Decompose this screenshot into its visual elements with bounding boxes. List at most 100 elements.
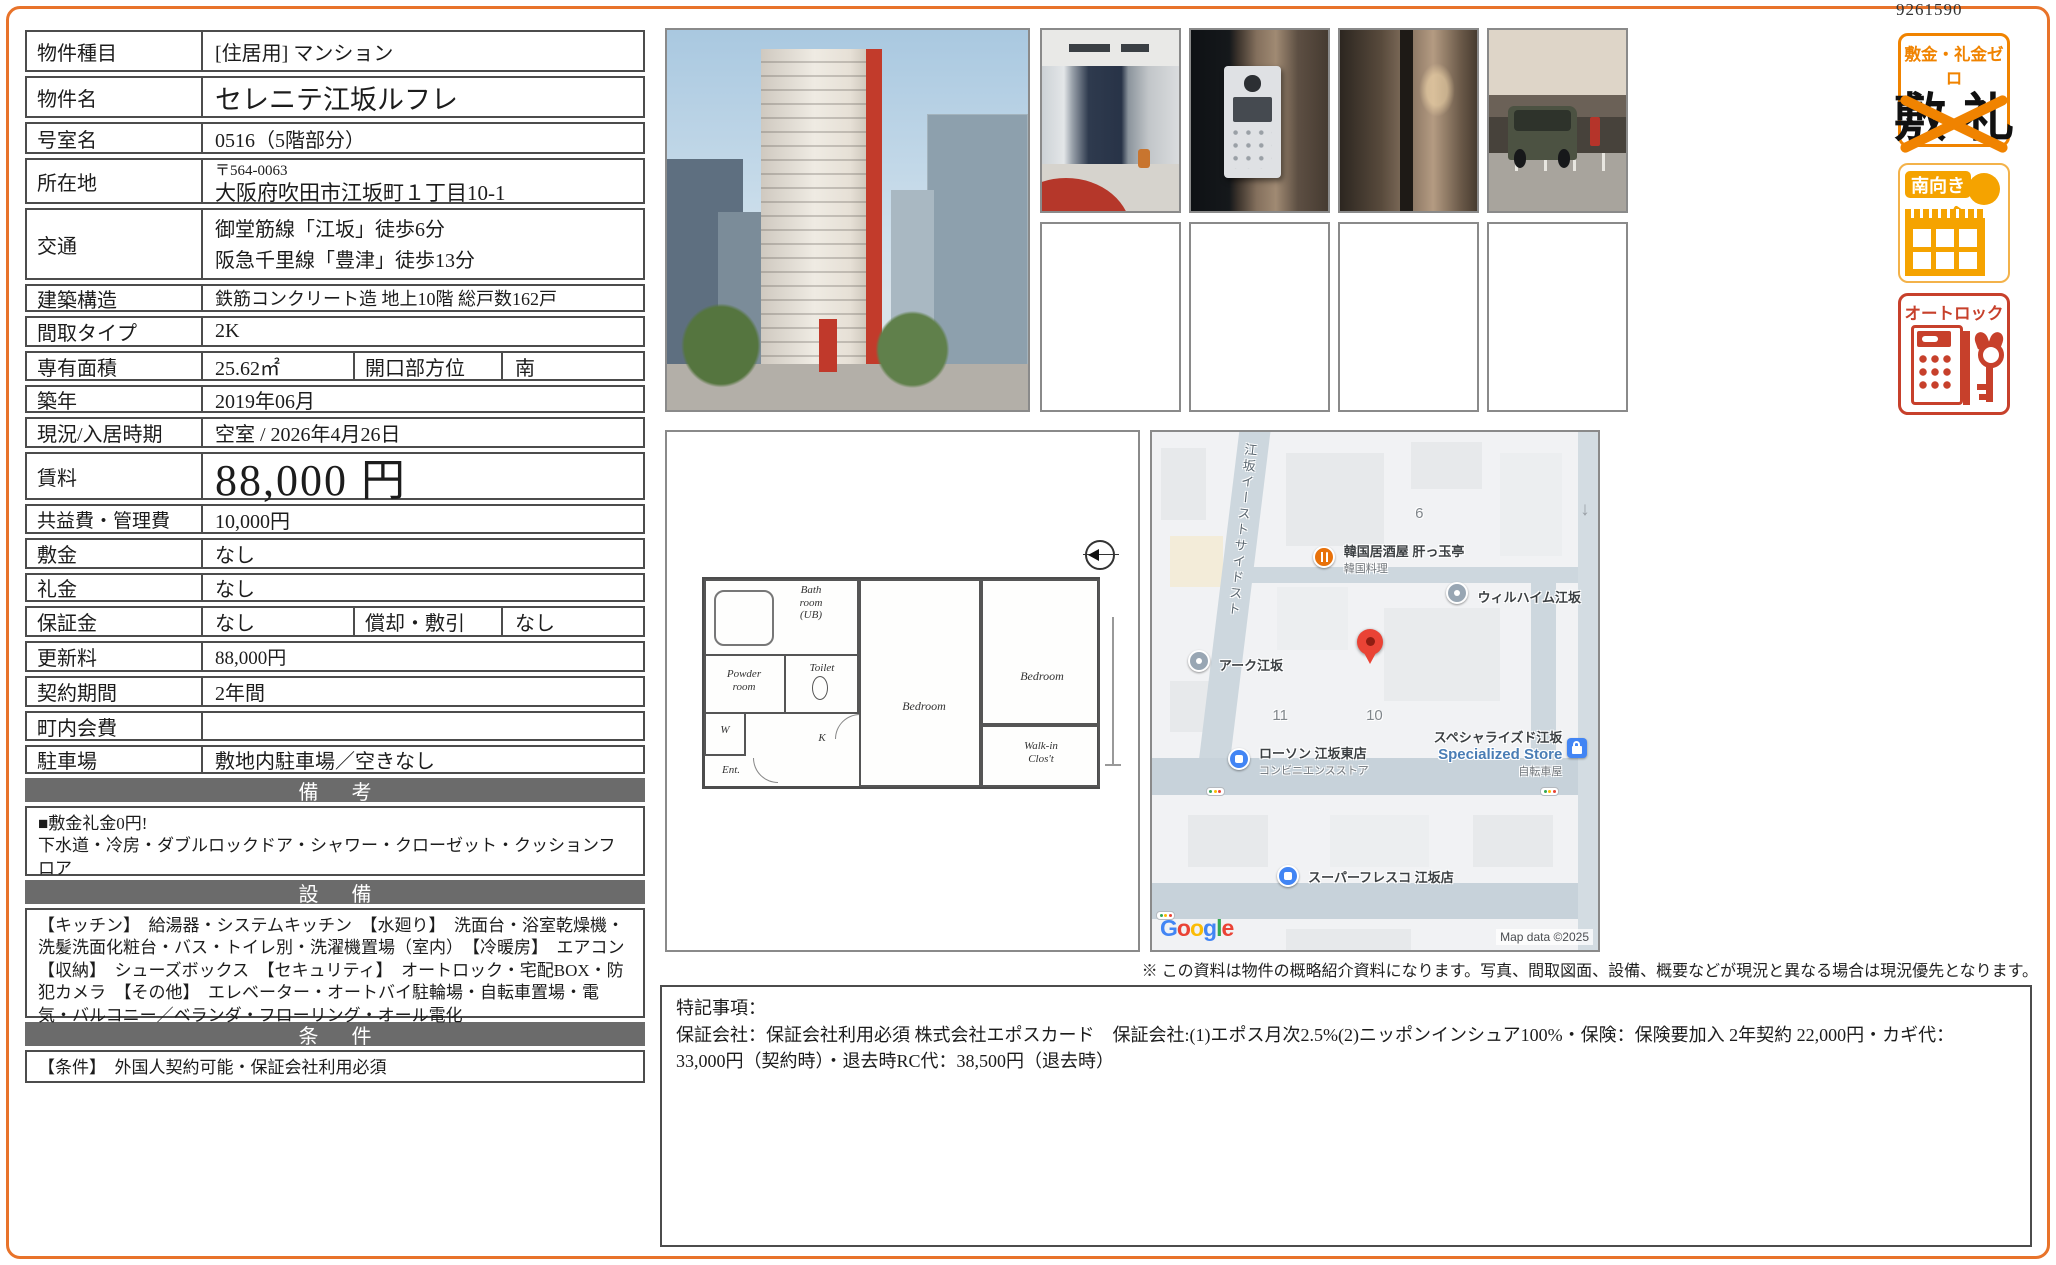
bike-shop-pin-icon: [1567, 738, 1587, 758]
room-label-toilet: Toilet: [792, 662, 852, 675]
poi-label: アーク江坂: [1219, 655, 1283, 674]
place-pin-icon: [1446, 582, 1468, 604]
photo-thumb-entrance-detail: [1338, 28, 1479, 213]
row-label: 契約期間: [27, 678, 203, 705]
row-label: 交通: [27, 210, 203, 278]
oneway-arrow-icon: ↓: [1580, 499, 1590, 521]
room-label-bath: Bath room (UB): [771, 584, 851, 622]
poi-label: スーパーフレスコ 江坂店: [1308, 867, 1454, 886]
crossed-out-deposit-icon: 敷 礼: [1901, 91, 2007, 148]
badge-south-facing: 南向き: [1898, 163, 2010, 283]
special-notes-box: 特記事項： 保証会社：保証会社利用必須 株式会社エポスカード 保証会社:(1)エ…: [660, 985, 2032, 1247]
row-value: 鉄筋コンクリート造 地上10階 総戸数162戸: [203, 286, 643, 310]
room-label-powder: Powder room: [709, 668, 779, 693]
room-label-bedroom: Bedroom: [889, 700, 959, 714]
badge-no-deposit-title: 敷金・礼金ゼロ: [1901, 41, 2007, 89]
rent-value: 88,000 円: [203, 454, 643, 498]
floorplan-panel: Bath room (UB) Powder room Toilet W Ent.…: [665, 430, 1140, 952]
building-exterior-photo: [667, 30, 1028, 410]
table-row: 築年 2019年06月: [25, 385, 645, 413]
row-value-2: なし: [503, 608, 643, 635]
row-value: 2019年06月: [203, 387, 643, 411]
row-value: なし: [203, 540, 643, 567]
row-value: 御堂筋線「江坂」徒歩6分 阪急千里線「豊津」徒歩13分: [203, 210, 643, 278]
parking-photo: [1489, 30, 1626, 211]
map-copyright: Map data ©2025: [1496, 929, 1593, 945]
district-number: 11: [1272, 707, 1288, 724]
disclaimer-text: ※ この資料は物件の概略紹介資料になります。写真、間取図面、設備、概要などが現況…: [1142, 957, 2038, 981]
table-row: 号室名 0516（5階部分）: [25, 122, 645, 154]
traffic-light-icon: [1206, 787, 1225, 796]
row-value: [203, 713, 643, 739]
supermarket-pin-icon: [1277, 865, 1299, 887]
bathtub-icon: [714, 590, 774, 646]
table-row: 交通 御堂筋線「江坂」徒歩6分 阪急千里線「豊津」徒歩13分: [25, 208, 645, 280]
photo-placeholder: [1487, 222, 1628, 412]
sun-icon: [1968, 173, 2000, 205]
photo-placeholder: [1338, 222, 1479, 412]
google-logo: Google: [1160, 915, 1233, 942]
doc-number: 9261590: [1896, 0, 1963, 20]
row-label-2: 償却・敷引: [353, 608, 503, 635]
row-label: 号室名: [27, 124, 203, 152]
poi-category: コンビニエンスストア: [1259, 765, 1369, 777]
poi-name: スペシャライズド江坂: [1434, 727, 1563, 746]
table-row: 建築構造 鉄筋コンクリート造 地上10階 総戸数162戸: [25, 284, 645, 312]
row-value: 10,000円: [203, 506, 643, 532]
key-icon: [1975, 332, 2005, 404]
row-label: 専有面積: [27, 353, 203, 379]
row-value: 2年間: [203, 678, 643, 705]
row-label: 物件名: [27, 78, 203, 116]
balcony-line: [1112, 617, 1114, 765]
row-value-2: 南: [503, 353, 643, 379]
badge-auto-lock: オートロック: [1898, 293, 2010, 415]
poi-category: 韓国料理: [1344, 563, 1388, 575]
row-label: 間取タイプ: [27, 318, 203, 345]
photo-placeholder: [1040, 222, 1181, 412]
row-label: 駐車場: [27, 747, 203, 772]
table-row: 更新料 88,000円: [25, 641, 645, 672]
property-name: セレニテ江坂ルフレ: [203, 78, 643, 116]
district-number: 6: [1415, 505, 1423, 522]
table-row: 駐車場 敷地内駐車場／空きなし: [25, 745, 645, 774]
biko-text: ■敷金礼金0円! 下水道・冷房・ダブルロックドア・シャワー・クローゼット・クッシ…: [25, 806, 645, 876]
row-value: 2K: [203, 318, 643, 345]
intercom-icon: [1911, 325, 1963, 405]
table-row: 敷金 なし: [25, 538, 645, 569]
convenience-store-pin-icon: [1228, 748, 1250, 770]
entrance-hall-photo: [1042, 30, 1179, 211]
poi-name: 韓国居酒屋 肝っ玉亭: [1344, 544, 1465, 559]
table-row: 礼金 なし: [25, 573, 645, 602]
badge-no-deposit: 敷金・礼金ゼロ 敷 礼: [1898, 33, 2010, 147]
row-value: なし: [203, 608, 353, 635]
row-label: 建築構造: [27, 286, 203, 310]
table-row: 保証金 なし 償却・敷引 なし: [25, 606, 645, 637]
room-label-washer: W: [715, 724, 735, 737]
row-value: 25.62㎡: [203, 353, 353, 379]
poi-label: スペシャライズド江坂 Specialized Store 自転車屋: [1434, 727, 1563, 779]
table-row: 物件名 セレニテ江坂ルフレ: [25, 76, 645, 118]
row-label: 物件種目: [27, 32, 203, 70]
poi-label: ウィルハイム江坂: [1478, 587, 1581, 606]
auto-lock-label: オートロック: [1901, 300, 2007, 324]
table-row: 契約期間 2年間: [25, 676, 645, 707]
row-label: 所在地: [27, 160, 203, 202]
room-label-kitchen: K: [807, 732, 837, 745]
row-label-2: 開口部方位: [353, 353, 503, 379]
property-location-pin-icon: [1357, 629, 1383, 655]
flyer-page: 9261590 物件種目 [住居用] マンション 物件名 セレニテ江坂ルフレ 号…: [0, 0, 2056, 1265]
row-label: 築年: [27, 387, 203, 411]
row-value: なし: [203, 575, 643, 600]
toilet-icon: [812, 676, 828, 700]
room-label-bedroom: Bedroom: [1007, 670, 1077, 684]
table-row: 間取タイプ 2K: [25, 316, 645, 347]
poi-label: ローソン 江坂東店 コンビニエンスストア: [1259, 743, 1369, 778]
entrance-detail-photo: [1340, 30, 1477, 211]
section-bar-setsubi: 設 備: [25, 880, 645, 904]
joken-text: 【条件】 外国人契約可能・保証会社利用必須: [25, 1050, 645, 1083]
restaurant-pin-icon: [1313, 546, 1335, 568]
row-label: 町内会費: [27, 713, 203, 739]
table-row: 物件種目 [住居用] マンション: [25, 30, 645, 72]
row-label: 保証金: [27, 608, 203, 635]
poi-subtitle: Specialized Store: [1434, 746, 1563, 763]
